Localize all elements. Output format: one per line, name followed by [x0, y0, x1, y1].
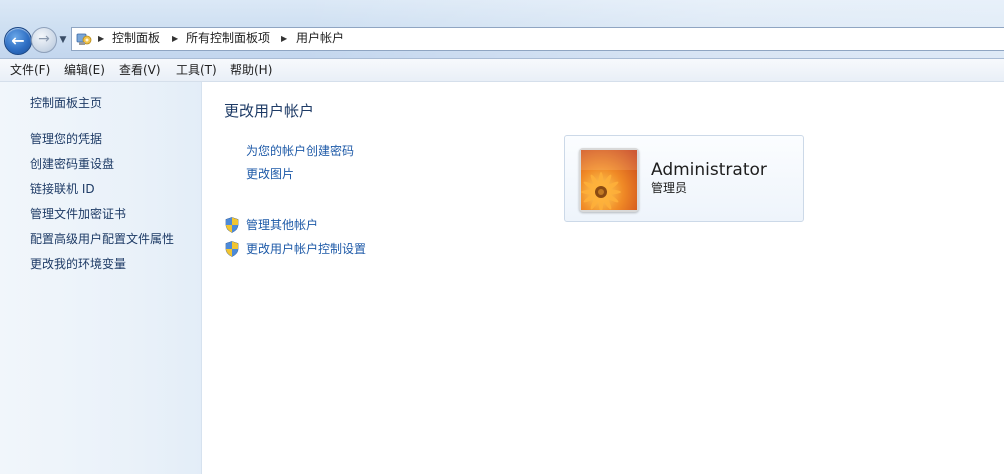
manage-other-accounts-link[interactable]: 管理其他帐户: [246, 217, 318, 233]
account-card: Administrator 管理员: [564, 135, 804, 222]
account-name: Administrator: [651, 160, 767, 180]
flower-picture-icon: [581, 150, 637, 212]
back-button[interactable]: ←: [4, 27, 32, 55]
change-picture-link[interactable]: 更改图片: [246, 166, 294, 182]
menu-help[interactable]: 帮助(H): [230, 59, 272, 81]
sidebar-item-credentials[interactable]: 管理您的凭据: [30, 131, 102, 147]
breadcrumb-user-accounts[interactable]: 用户帐户: [296, 28, 344, 49]
breadcrumb-separator-icon[interactable]: ▶: [281, 28, 287, 50]
sidebar-item-profile-properties[interactable]: 配置高级用户配置文件属性: [30, 231, 174, 247]
forward-arrow-icon: →: [38, 31, 50, 47]
menu-bar: 文件(F) 编辑(E) 查看(V) 工具(T) 帮助(H): [0, 59, 1004, 82]
navigation-bar: ← → ▼ ▶ 控制面板 ▶ 所有控制面板项 ▶ 用户帐户: [0, 0, 1004, 59]
uac-shield-icon: [225, 217, 239, 233]
menu-view[interactable]: 查看(V): [119, 59, 161, 81]
forward-button[interactable]: →: [31, 27, 57, 53]
chevron-down-icon: ▼: [59, 35, 67, 45]
menu-file[interactable]: 文件(F): [10, 59, 50, 81]
uac-shield-icon: [225, 241, 239, 257]
back-arrow-icon: ←: [11, 31, 25, 50]
recent-pages-dropdown[interactable]: ▼: [58, 34, 68, 46]
menu-edit[interactable]: 编辑(E): [64, 59, 105, 81]
sidebar-item-reset-disk[interactable]: 创建密码重设盘: [30, 156, 114, 172]
breadcrumb-control-panel[interactable]: 控制面板: [112, 28, 160, 49]
breadcrumb-all-items[interactable]: 所有控制面板项: [186, 28, 270, 49]
account-role: 管理员: [651, 181, 688, 195]
address-bar[interactable]: ▶ 控制面板 ▶ 所有控制面板项 ▶ 用户帐户: [71, 27, 1004, 51]
breadcrumb-separator-icon[interactable]: ▶: [98, 28, 104, 50]
sidebar-item-encryption-cert[interactable]: 管理文件加密证书: [30, 206, 126, 222]
sidebar-item-home[interactable]: 控制面板主页: [30, 95, 102, 111]
breadcrumb-separator-icon[interactable]: ▶: [172, 28, 178, 50]
sidebar-item-online-id[interactable]: 链接联机 ID: [30, 181, 95, 197]
page-title: 更改用户帐户: [224, 102, 315, 120]
sidebar-item-environment-variables[interactable]: 更改我的环境变量: [30, 256, 126, 272]
uac-settings-link[interactable]: 更改用户帐户控制设置: [246, 241, 366, 257]
menu-tools[interactable]: 工具(T): [176, 59, 217, 81]
create-password-link[interactable]: 为您的帐户创建密码: [246, 143, 354, 159]
account-picture: [579, 148, 639, 212]
control-panel-icon: [76, 33, 92, 45]
